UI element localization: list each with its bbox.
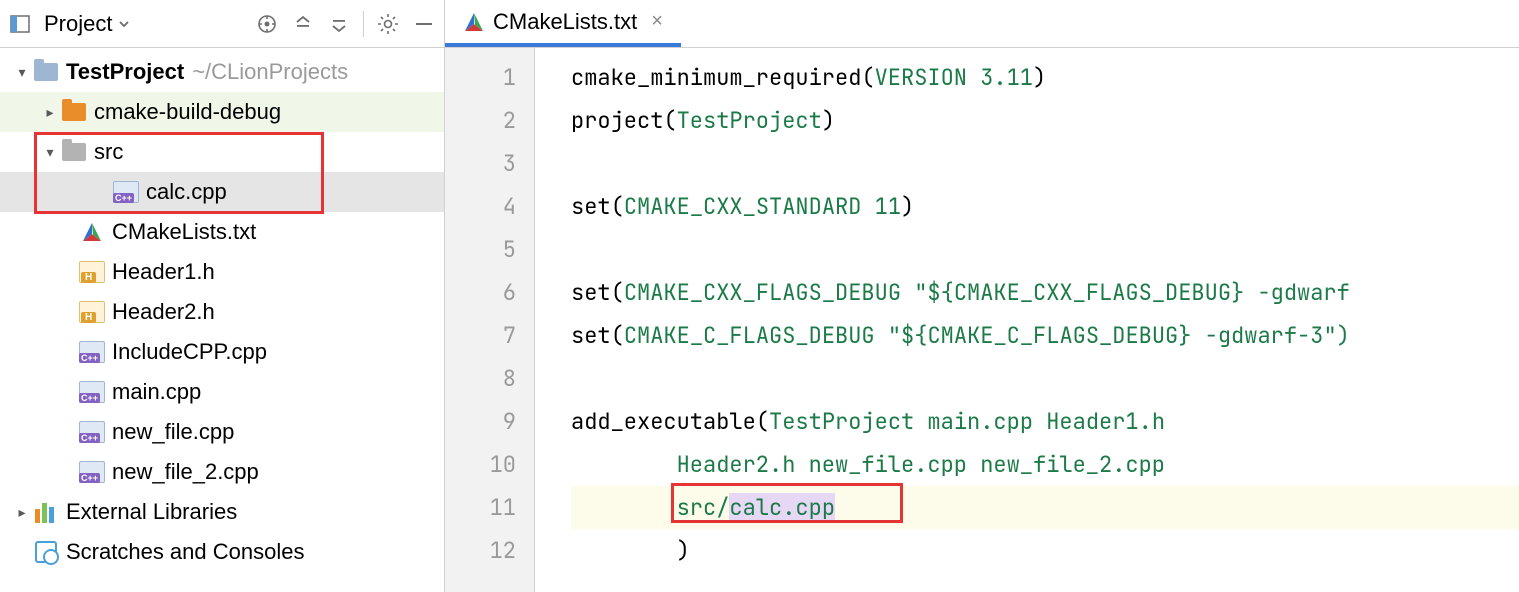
code-area: 1 2 3 4 5 6 7 8 9 10 11 12 cmake_minimum… bbox=[445, 48, 1519, 592]
hide-icon[interactable] bbox=[412, 12, 436, 36]
line-number: 11 bbox=[445, 486, 516, 529]
chevron-right-icon[interactable]: ▸ bbox=[12, 504, 32, 521]
code-line: set(CMAKE_CXX_FLAGS_DEBUG "${CMAKE_CXX_F… bbox=[571, 271, 1519, 314]
code-line: set(CMAKE_C_FLAGS_DEBUG "${CMAKE_C_FLAGS… bbox=[571, 314, 1519, 357]
code-line bbox=[571, 228, 1519, 271]
tree-item-label: new_file_2.cpp bbox=[112, 459, 259, 485]
code-line: cmake_minimum_required(VERSION 3.11) bbox=[571, 56, 1519, 99]
cmake-file-icon bbox=[463, 11, 485, 33]
tree-build-dir[interactable]: ▸ cmake-build-debug bbox=[0, 92, 444, 132]
folder-icon bbox=[60, 138, 88, 166]
code-editor[interactable]: cmake_minimum_required(VERSION 3.11) pro… bbox=[535, 48, 1519, 592]
line-number: 2 bbox=[445, 99, 516, 142]
scratch-icon bbox=[32, 538, 60, 566]
line-number: 8 bbox=[445, 357, 516, 400]
tree-external-libraries[interactable]: ▸ External Libraries bbox=[0, 492, 444, 532]
panel-title-label: Project bbox=[44, 11, 112, 37]
line-number: 3 bbox=[445, 142, 516, 185]
tree-file-includecpp[interactable]: IncludeCPP.cpp bbox=[0, 332, 444, 372]
line-number: 7 bbox=[445, 314, 516, 357]
chevron-right-icon[interactable]: ▸ bbox=[40, 104, 60, 121]
chevron-down-icon[interactable]: ▾ bbox=[12, 64, 32, 81]
code-line: Header2.h new_file.cpp new_file_2.cpp bbox=[571, 443, 1519, 486]
collapse-all-icon[interactable] bbox=[327, 12, 351, 36]
tree-item-label: calc.cpp bbox=[146, 179, 227, 205]
code-line-highlight: src/calc.cpp bbox=[571, 486, 1519, 529]
cpp-file-icon bbox=[78, 458, 106, 486]
tab-label: CMakeLists.txt bbox=[493, 9, 637, 35]
tree-item-label: main.cpp bbox=[112, 379, 201, 405]
line-number: 6 bbox=[445, 271, 516, 314]
editor-tab-cmakelists[interactable]: CMakeLists.txt × bbox=[445, 0, 681, 47]
code-line bbox=[571, 142, 1519, 185]
tree-scratches[interactable]: Scratches and Consoles bbox=[0, 532, 444, 572]
line-number: 4 bbox=[445, 185, 516, 228]
gear-icon[interactable] bbox=[376, 12, 400, 36]
line-gutter: 1 2 3 4 5 6 7 8 9 10 11 12 bbox=[445, 48, 535, 592]
tree-file-newfile[interactable]: new_file.cpp bbox=[0, 412, 444, 452]
tree-item-label: CMakeLists.txt bbox=[112, 219, 256, 245]
tree-file-main[interactable]: main.cpp bbox=[0, 372, 444, 412]
tree-src-dir[interactable]: ▾ src bbox=[0, 132, 444, 172]
cpp-file-icon bbox=[78, 378, 106, 406]
expand-all-icon[interactable] bbox=[291, 12, 315, 36]
line-number: 1 bbox=[445, 56, 516, 99]
h-file-icon bbox=[78, 298, 106, 326]
tree-item-label: IncludeCPP.cpp bbox=[112, 339, 267, 365]
cpp-file-icon bbox=[112, 178, 140, 206]
chevron-down-icon bbox=[118, 18, 130, 30]
code-line: project(TestProject) bbox=[571, 99, 1519, 142]
editor-panel: CMakeLists.txt × 1 2 3 4 5 6 7 8 9 10 11… bbox=[445, 0, 1519, 592]
project-tool-window: Project ▾ TestProject ~/CLionProjects bbox=[0, 0, 445, 592]
project-name: TestProject bbox=[66, 59, 184, 85]
cpp-file-icon bbox=[78, 418, 106, 446]
line-number: 10 bbox=[445, 443, 516, 486]
tree-item-label: new_file.cpp bbox=[112, 419, 234, 445]
tree-file-header2[interactable]: Header2.h bbox=[0, 292, 444, 332]
tree-item-label: src bbox=[94, 139, 123, 165]
tree-item-label: Header1.h bbox=[112, 259, 215, 285]
divider bbox=[363, 11, 364, 37]
tree-project-root[interactable]: ▾ TestProject ~/CLionProjects bbox=[0, 52, 444, 92]
code-line: add_executable(TestProject main.cpp Head… bbox=[571, 400, 1519, 443]
sidebar-icon bbox=[8, 12, 32, 36]
cmake-file-icon bbox=[78, 218, 106, 246]
project-tree[interactable]: ▾ TestProject ~/CLionProjects ▸ cmake-bu… bbox=[0, 48, 444, 592]
code-line bbox=[571, 357, 1519, 400]
close-icon[interactable]: × bbox=[651, 10, 663, 33]
tree-item-label: External Libraries bbox=[66, 499, 237, 525]
code-line: set(CMAKE_CXX_STANDARD 11) bbox=[571, 185, 1519, 228]
cpp-file-icon bbox=[78, 338, 106, 366]
library-icon bbox=[32, 498, 60, 526]
tree-file-calc[interactable]: calc.cpp bbox=[0, 172, 444, 212]
project-panel-header: Project bbox=[0, 0, 444, 48]
project-path: ~/CLionProjects bbox=[192, 59, 348, 85]
select-open-file-icon[interactable] bbox=[255, 12, 279, 36]
tree-file-cmakelists[interactable]: CMakeLists.txt bbox=[0, 212, 444, 252]
line-number: 5 bbox=[445, 228, 516, 271]
line-number: 12 bbox=[445, 529, 516, 572]
h-file-icon bbox=[78, 258, 106, 286]
line-number: 9 bbox=[445, 400, 516, 443]
folder-icon bbox=[32, 58, 60, 86]
tree-item-label: Scratches and Consoles bbox=[66, 539, 304, 565]
tree-file-header1[interactable]: Header1.h bbox=[0, 252, 444, 292]
code-line: ) bbox=[571, 529, 1519, 572]
tree-item-label: Header2.h bbox=[112, 299, 215, 325]
editor-tab-bar: CMakeLists.txt × bbox=[445, 0, 1519, 48]
panel-title[interactable]: Project bbox=[44, 11, 130, 37]
tree-file-newfile2[interactable]: new_file_2.cpp bbox=[0, 452, 444, 492]
chevron-down-icon[interactable]: ▾ bbox=[40, 144, 60, 161]
folder-icon bbox=[60, 98, 88, 126]
tree-item-label: cmake-build-debug bbox=[94, 99, 281, 125]
